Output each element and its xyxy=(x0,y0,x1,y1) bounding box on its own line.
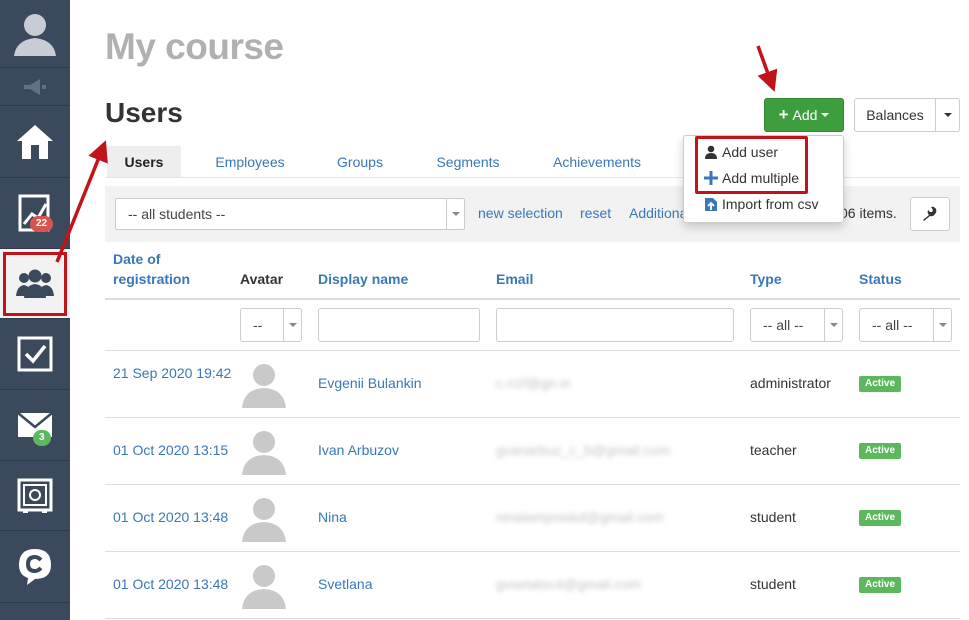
sidebar-item-safe[interactable] xyxy=(0,461,70,531)
column-header-email[interactable]: Email xyxy=(496,269,533,289)
chevron-down-icon xyxy=(446,199,464,229)
user-avatar-icon xyxy=(14,13,56,56)
add-button[interactable]: + Add xyxy=(764,98,844,132)
status-filter-select[interactable]: -- all -- xyxy=(859,308,952,342)
megaphone-icon xyxy=(24,78,46,95)
email-filter-input[interactable] xyxy=(496,308,734,342)
page-title: Users xyxy=(105,97,183,128)
checkbox-icon xyxy=(17,336,53,372)
display-name-filter-input[interactable] xyxy=(318,308,480,342)
registration-date: 21 Sep 2020 19:42 xyxy=(113,365,232,381)
messages-badge: 3 xyxy=(33,430,51,446)
students-select-value: -- all students -- xyxy=(128,206,226,222)
avatar-filter-select[interactable]: -- xyxy=(240,308,302,342)
chevron-down-icon xyxy=(824,309,842,341)
sidebar-item-messages[interactable]: 3 xyxy=(0,390,70,461)
display-name-link[interactable]: Ivan Arbuzov xyxy=(318,440,399,460)
sidebar-item-chat[interactable] xyxy=(0,531,70,603)
type-filter-select[interactable]: -- all -- xyxy=(750,308,843,342)
plus-icon: + xyxy=(778,105,789,124)
user-type: administrator xyxy=(750,375,831,391)
sidebar-item-announcements[interactable] xyxy=(0,68,70,106)
chevron-down-icon xyxy=(283,309,301,341)
chat-logo-icon xyxy=(19,548,51,585)
display-name-link[interactable]: Nina xyxy=(318,507,347,527)
status-badge: Active xyxy=(859,443,901,459)
chevron-down-icon xyxy=(821,113,830,117)
home-icon xyxy=(17,124,53,159)
status-badge: Active xyxy=(859,510,901,526)
chevron-down-icon xyxy=(943,113,952,117)
registration-date: 01 Oct 2020 13:15 xyxy=(113,442,229,458)
add-dropdown-menu: Add user Add multiple Import from csv xyxy=(683,135,844,223)
students-select[interactable]: -- all students -- xyxy=(115,198,465,230)
users-group-icon xyxy=(16,269,54,298)
menu-item-add-user[interactable]: Add user xyxy=(704,144,778,160)
status-badge: Active xyxy=(859,376,901,392)
user-type: student xyxy=(750,576,796,592)
items-count: 06 items. xyxy=(840,205,897,221)
person-icon xyxy=(705,145,717,159)
registration-date: 01 Oct 2020 13:48 xyxy=(113,509,229,525)
column-header-date[interactable]: Date of registration xyxy=(113,249,190,289)
settings-button[interactable] xyxy=(910,197,950,231)
avatar-placeholder-icon xyxy=(242,498,286,542)
user-type: student xyxy=(750,509,796,525)
header-divider xyxy=(105,298,960,300)
avatar-placeholder-icon xyxy=(242,364,286,408)
column-header-display-name[interactable]: Display name xyxy=(318,269,408,289)
status-badge: Active xyxy=(859,577,901,593)
reset-link[interactable]: reset xyxy=(580,205,611,221)
menu-item-add-multiple[interactable]: Add multiple xyxy=(704,170,799,186)
column-header-status[interactable]: Status xyxy=(859,269,902,289)
course-title: My course xyxy=(105,26,284,67)
tab-achievements[interactable]: Achievements xyxy=(547,146,647,177)
safe-icon xyxy=(17,478,53,513)
menu-item-import-csv[interactable]: Import from csv xyxy=(704,196,818,212)
sidebar-item-stats[interactable]: 22 xyxy=(0,178,70,249)
display-name-link[interactable]: Evgenii Bulankin xyxy=(318,373,422,393)
sidebar-item-tasks[interactable] xyxy=(0,319,70,390)
add-button-label: Add xyxy=(792,107,818,123)
display-name-link[interactable]: Svetlana xyxy=(318,574,372,594)
tab-users[interactable]: Users xyxy=(107,146,181,177)
column-header-type[interactable]: Type xyxy=(750,269,782,289)
sidebar: 22 3 xyxy=(0,0,70,620)
email-value: c.n1f@gn.in xyxy=(496,375,571,391)
sidebar-item-profile[interactable] xyxy=(0,0,70,68)
main-content: My course Users + Add Balances Users Emp… xyxy=(105,0,969,620)
column-header-avatar: Avatar xyxy=(240,271,284,287)
new-selection-link[interactable]: new selection xyxy=(478,205,563,221)
email-value: gvsetatsc4@gmail.com xyxy=(496,576,641,592)
user-type: teacher xyxy=(750,442,797,458)
balances-dropdown-toggle[interactable] xyxy=(935,98,960,132)
tab-groups[interactable]: Groups xyxy=(331,146,389,177)
tab-employees[interactable]: Employees xyxy=(209,146,291,177)
registration-date: 01 Oct 2020 13:48 xyxy=(113,576,229,592)
plus-icon xyxy=(704,171,718,185)
avatar-placeholder-icon xyxy=(242,431,286,475)
table-row[interactable]: 01 Oct 2020 13:15 Ivan Arbuzov gvanarbuz… xyxy=(105,418,960,485)
sidebar-item-users[interactable] xyxy=(0,249,70,319)
csv-import-icon xyxy=(705,197,717,211)
balances-button[interactable]: Balances xyxy=(854,98,936,132)
table-row[interactable]: 01 Oct 2020 13:48 Nina ninalampniskd@gma… xyxy=(105,485,960,552)
wrench-icon xyxy=(923,206,937,221)
email-value: gvanarbuz_c_b@gmail.com xyxy=(496,442,670,458)
table-row[interactable]: 01 Oct 2020 13:48 Svetlana gvsetatsc4@gm… xyxy=(105,552,960,619)
avatar-placeholder-icon xyxy=(242,565,286,609)
table-row[interactable]: 21 Sep 2020 19:42 Evgenii Bulankin c.n1f… xyxy=(105,351,960,418)
email-value: ninalampniskd@gmail.com xyxy=(496,509,664,525)
additional-link[interactable]: Additiona xyxy=(629,205,687,221)
tab-segments[interactable]: Segments xyxy=(431,146,505,177)
chevron-down-icon xyxy=(933,309,951,341)
sidebar-item-home[interactable] xyxy=(0,106,70,178)
stats-badge: 22 xyxy=(30,216,54,232)
